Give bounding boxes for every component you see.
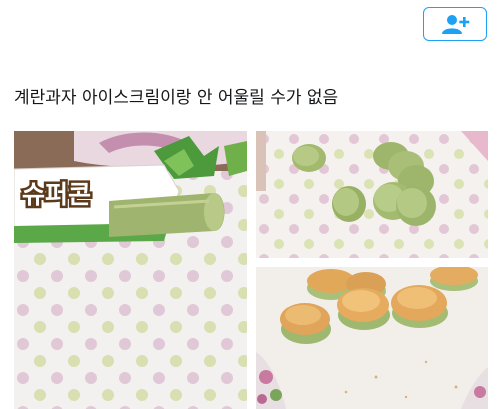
tweet-text: 계란과자 아이스크림이랑 안 어울릴 수가 없음 <box>14 88 339 108</box>
photo-2-image <box>256 131 488 258</box>
photo-ice-cream-bar[interactable]: 슈퍼콘 <box>14 131 247 409</box>
photo-sliced-discs[interactable] <box>256 131 488 258</box>
photo-3-image <box>256 267 488 409</box>
photo-1-image: 슈퍼콘 <box>14 131 247 409</box>
packaging-brand-text: 슈퍼콘 <box>22 180 91 209</box>
photo-biscuit-sandwiches[interactable] <box>256 267 488 409</box>
follow-button[interactable] <box>423 7 487 41</box>
person-plus-icon <box>442 15 470 34</box>
